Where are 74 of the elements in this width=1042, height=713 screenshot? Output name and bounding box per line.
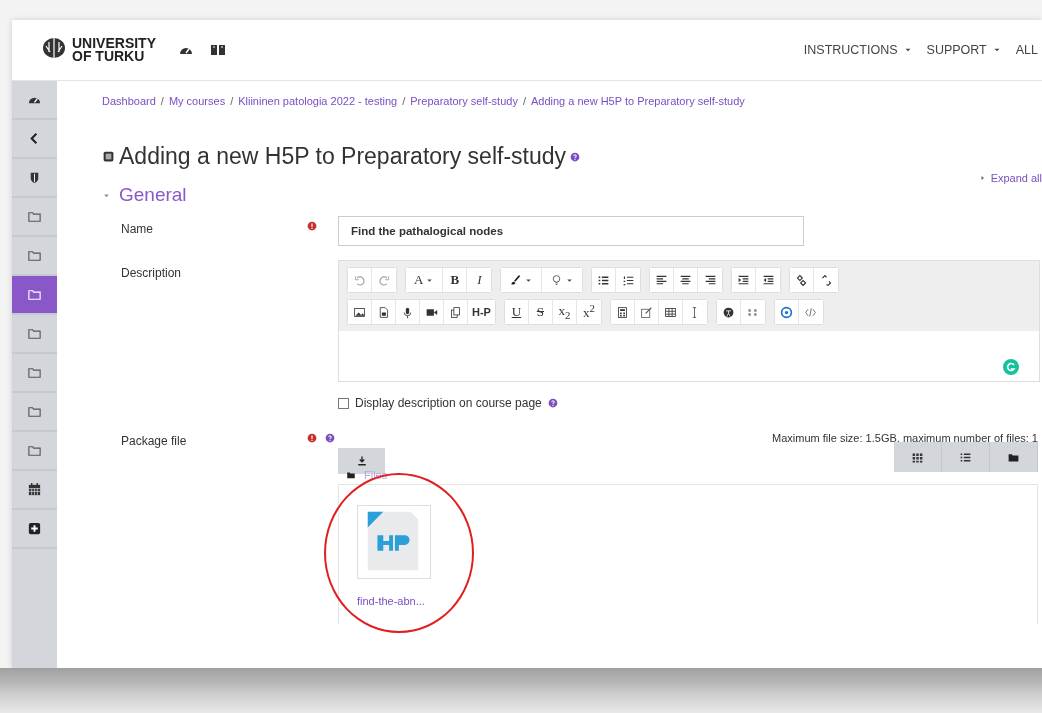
- microphone-icon: [401, 305, 414, 319]
- toolbar-button[interactable]: [650, 268, 675, 292]
- toolbar-button[interactable]: [610, 300, 635, 324]
- code-icon: [804, 305, 818, 319]
- copy-icon: [449, 305, 462, 319]
- redo-icon: [377, 273, 391, 287]
- folder-icon: [27, 209, 42, 224]
- folder-icon: [27, 248, 42, 263]
- breadcrumb-separator: /: [402, 95, 406, 107]
- folder-icon: [27, 443, 42, 458]
- folder-icon: [27, 404, 42, 419]
- file-name-link[interactable]: find-the-abn...: [357, 595, 425, 607]
- accessibility-icon: [721, 305, 735, 319]
- numbered-list-icon: [621, 273, 635, 287]
- breadcrumb-separator: /: [160, 95, 164, 107]
- folder-icon: [346, 470, 356, 480]
- file-limits-text: Maximum file size: 1.5GB, maximum number of files: 1: [772, 432, 1038, 444]
- help-icon[interactable]: [547, 398, 558, 408]
- list-icon: [959, 450, 972, 464]
- logo-text: UNIVERSITY: [72, 37, 156, 50]
- toolbar-button[interactable]: [348, 300, 372, 324]
- name-field[interactable]: Find the pathalogical nodes: [338, 216, 804, 246]
- plus-icon: [27, 521, 42, 536]
- section-toggle[interactable]: General: [102, 184, 187, 206]
- h5p-module-icon: [102, 150, 115, 163]
- nav-menu-item[interactable]: ALL: [1015, 43, 1038, 57]
- breadcrumb-separator: /: [522, 95, 526, 107]
- field-label: Description: [121, 266, 182, 280]
- view-button[interactable]: [990, 442, 1038, 472]
- toolbar-button[interactable]: U: [504, 300, 529, 324]
- table-icon: [663, 305, 677, 319]
- unlink-icon: [819, 273, 833, 287]
- align-right-icon: [703, 273, 717, 287]
- help-icon[interactable]: [325, 433, 335, 443]
- nav-menu-item[interactable]: INSTRUCTIONS: [803, 43, 913, 57]
- page-title: Adding a new H5P to Preparatory self-study: [119, 143, 567, 170]
- toolbar-button[interactable]: [592, 268, 617, 292]
- expand-all-link[interactable]: Expand all: [978, 172, 1042, 184]
- breadcrumb-link[interactable]: Preparatory self-study: [410, 95, 518, 107]
- align-center-icon: [679, 273, 693, 287]
- breadcrumb-link[interactable]: My courses: [168, 95, 226, 107]
- outdent-icon: [737, 273, 751, 287]
- field-label: Package file: [121, 434, 187, 448]
- folder-icon: [27, 365, 42, 380]
- toolbar-button[interactable]: A: [406, 268, 444, 292]
- nav-menu-item[interactable]: SUPPORT: [926, 43, 1002, 57]
- brush-icon: [509, 273, 523, 287]
- toolbar-button[interactable]: [790, 268, 815, 292]
- align-left-icon: [655, 273, 669, 287]
- logo-text: OF TURKU: [72, 50, 146, 63]
- breadcrumb-link[interactable]: Adding a new H5P to Preparatory self-study: [530, 95, 745, 107]
- circle-icon: [779, 305, 793, 319]
- file-icon: [377, 305, 390, 319]
- link-icon: [795, 273, 809, 287]
- image-icon: [353, 305, 366, 319]
- toolbar-button[interactable]: [716, 300, 741, 324]
- calculator-icon: [615, 305, 629, 319]
- undo-icon: [353, 273, 366, 287]
- checkbox[interactable]: [338, 397, 349, 409]
- toolbar-button[interactable]: [732, 268, 757, 292]
- checkbox-label: Display description on course page: [355, 396, 542, 410]
- indent-icon: [761, 273, 775, 287]
- book-icon[interactable]: [210, 42, 226, 58]
- field-label: Name: [121, 222, 153, 236]
- edit-icon: [639, 305, 653, 319]
- folder-icon: [27, 287, 42, 302]
- breadcrumb-link[interactable]: Kliininen patologia 2022 - testing: [238, 95, 398, 107]
- download-icon: [355, 455, 368, 467]
- grid-icon: [911, 450, 924, 464]
- breadcrumb-separator: /: [230, 95, 234, 107]
- breadcrumb-link[interactable]: Dashboard: [102, 95, 156, 107]
- calendar-icon: [27, 482, 42, 497]
- help-icon[interactable]: [570, 151, 581, 162]
- folder-icon: [27, 326, 42, 341]
